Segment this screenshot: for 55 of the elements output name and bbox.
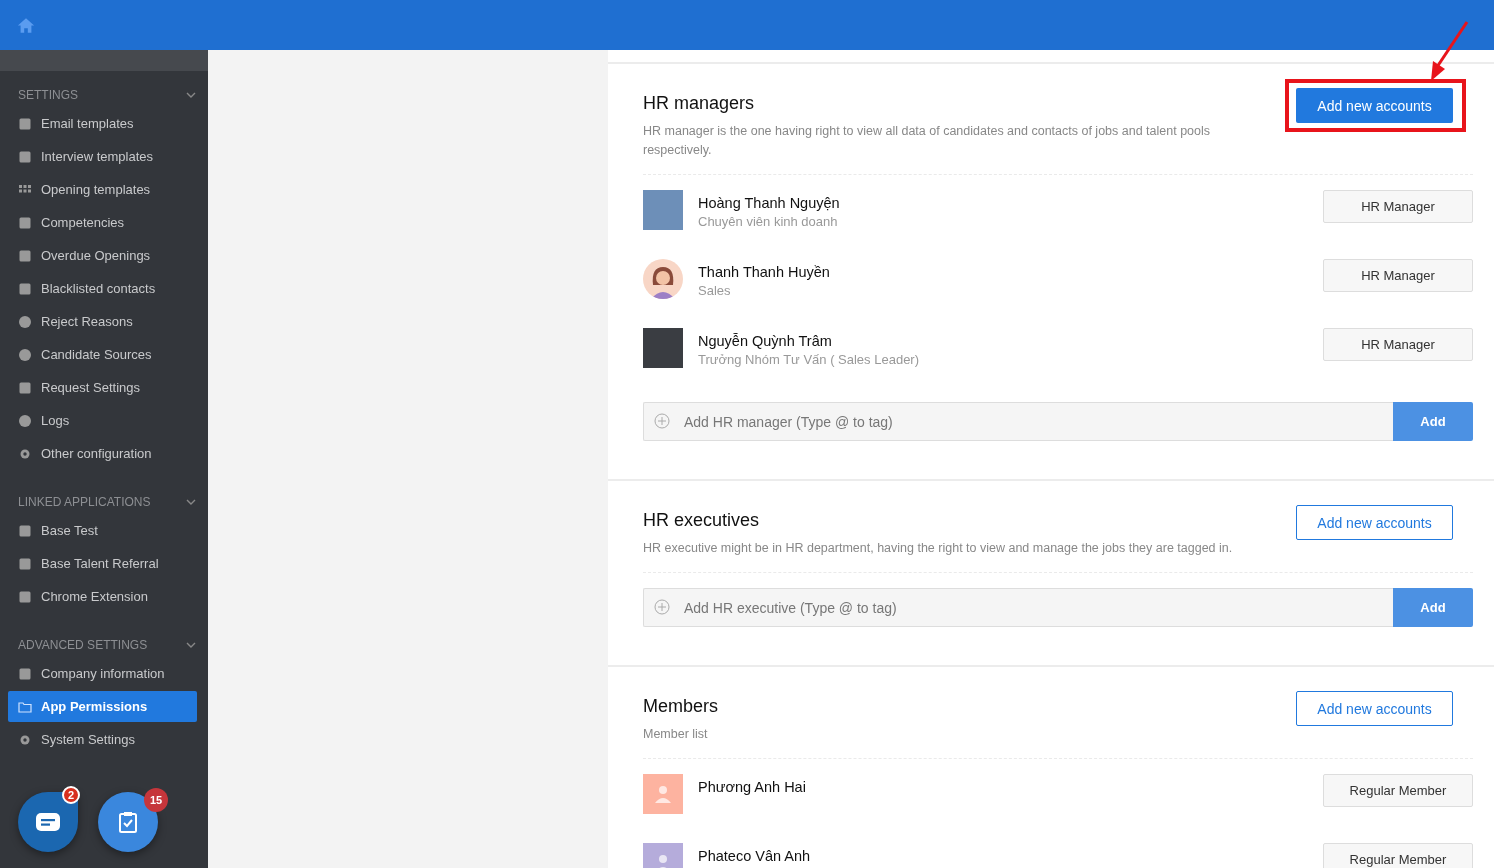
section-title: HR executives <box>643 510 761 531</box>
section-description: Member list <box>643 726 709 743</box>
person-name: Phương Anh Hai <box>698 779 807 795</box>
sidebar-item[interactable]: Blacklisted contacts <box>8 273 197 304</box>
plus-circle-icon <box>654 599 670 615</box>
notification-badge: 2 <box>62 786 80 804</box>
folder-icon <box>18 699 32 714</box>
sidebar-section-header[interactable]: LINKED APPLICATIONS <box>0 492 208 512</box>
sidebar-item[interactable]: Base Talent Referral <box>8 548 197 579</box>
add-accounts-button[interactable]: Add new accounts <box>1296 505 1453 540</box>
sidebar-item[interactable]: Overdue Openings <box>8 240 197 271</box>
person-name: Thanh Thanh Huyền <box>698 264 831 280</box>
sidebar-section-header[interactable]: ADVANCED SETTINGS <box>0 635 208 655</box>
sidebar-item[interactable]: Chrome Extension <box>8 581 197 612</box>
sidebar-item[interactable]: Candidate Sources <box>8 339 197 370</box>
chat-button[interactable] <box>18 792 78 852</box>
sidebar-item[interactable]: System Settings <box>8 724 197 755</box>
sidebar-item[interactable]: App Permissions <box>8 691 197 722</box>
person-title: Trưởng Nhóm Tư Vấn ( Sales Leader) <box>698 352 921 367</box>
person-name: Nguyễn Quỳnh Trâm <box>698 333 833 349</box>
notification-badge: 15 <box>144 788 168 812</box>
tag-input-field[interactable]: Add HR manager (Type @ to tag) <box>643 402 1393 441</box>
sidebar-item[interactable]: Other configuration <box>8 438 197 469</box>
sidebar-item[interactable]: Logs <box>8 405 197 436</box>
add-accounts-button[interactable]: Add new accounts <box>1296 88 1453 123</box>
add-accounts-button[interactable]: Add new accounts <box>1296 691 1453 726</box>
role-dropdown[interactable]: Regular Member <box>1323 843 1473 868</box>
plus-circle-icon <box>654 413 670 429</box>
sidebar-item[interactable]: Company information <box>8 658 197 689</box>
section-description: HR manager is the one having right to view all data of candidates and contacts of jobs and talent pools respectively. <box>643 123 1212 159</box>
section-description: HR executive might be in HR department, having the right to view and manage the jobs they are tagged in. <box>643 540 1233 557</box>
chevron-icon <box>186 499 196 505</box>
sidebar-item[interactable]: Base Test <box>8 515 197 546</box>
tag-input-field[interactable]: Add HR executive (Type @ to tag) <box>643 588 1393 627</box>
person-title: Chuyên viên kinh doanh <box>698 214 839 229</box>
sidebar-item[interactable]: Reject Reasons <box>8 306 197 337</box>
person-title: Sales <box>698 283 732 298</box>
sidebar-item[interactable]: Opening templates <box>8 174 197 205</box>
sidebar-item[interactable]: Interview templates <box>8 141 197 172</box>
chat-icon <box>36 813 60 831</box>
sidebar-item[interactable]: Email templates <box>8 108 197 139</box>
chevron-icon <box>186 642 196 648</box>
section-title: HR managers <box>643 93 756 114</box>
role-dropdown[interactable]: Regular Member <box>1323 774 1473 807</box>
role-dropdown[interactable]: HR Manager <box>1323 328 1473 361</box>
person-name: Hoàng Thanh Nguyện <box>698 195 841 211</box>
chevron-icon <box>186 92 196 98</box>
sidebar-item[interactable]: Request Settings <box>8 372 197 403</box>
person-name: Phateco Vân Anh <box>698 848 812 864</box>
role-dropdown[interactable]: HR Manager <box>1323 190 1473 223</box>
section-title: Members <box>643 696 718 717</box>
role-dropdown[interactable]: HR Manager <box>1323 259 1473 292</box>
sidebar-section-header[interactable]: SETTINGS <box>0 85 208 105</box>
sidebar-item[interactable]: Competencies <box>8 207 197 238</box>
clipboard-check-icon <box>119 811 137 833</box>
